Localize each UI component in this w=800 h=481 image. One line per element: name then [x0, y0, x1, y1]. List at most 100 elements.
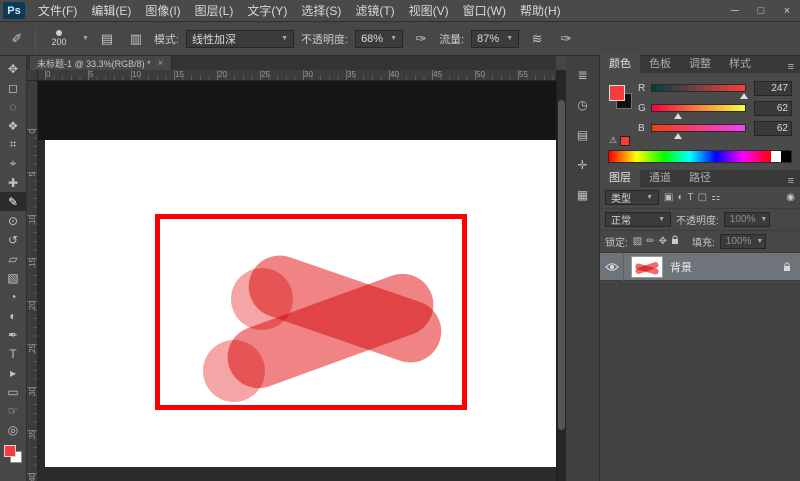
red-channel-slider[interactable]	[651, 84, 746, 92]
lock-position-icon[interactable]: ✥	[659, 236, 667, 247]
brush-size-picker[interactable]: 200	[43, 30, 75, 47]
brush-panel-icon[interactable]: ▤	[96, 28, 118, 50]
black-swatch[interactable]	[781, 151, 791, 162]
menu-type[interactable]: 文字(Y)	[240, 2, 294, 19]
filter-smart-icon[interactable]: ⚏	[711, 192, 720, 203]
blue-channel-value[interactable]: 62	[754, 121, 792, 136]
menu-filter[interactable]: 滤镜(T)	[348, 2, 401, 19]
red-channel-value[interactable]: 247	[754, 81, 792, 96]
blend-mode-select[interactable]: 线性加深 ▼	[186, 30, 294, 48]
type-tool[interactable]: T	[0, 344, 26, 363]
canvas[interactable]	[45, 140, 556, 467]
menu-image[interactable]: 图像(I)	[138, 2, 187, 19]
pressure-opacity-icon[interactable]: ✑	[410, 28, 432, 50]
shape-tool[interactable]: ▭	[0, 382, 26, 401]
panel-dock-icon-3[interactable]: ▤	[571, 126, 595, 144]
color-spectrum-bar[interactable]	[608, 150, 792, 163]
maximize-button[interactable]: □	[748, 5, 774, 17]
menu-edit[interactable]: 编辑(E)	[84, 2, 138, 19]
quick-selection-tool[interactable]: ❖	[0, 116, 26, 135]
foreground-color-swatch[interactable]	[609, 85, 625, 101]
chevron-down-icon[interactable]: ▼	[82, 35, 89, 42]
path-selection-tool[interactable]: ▸	[0, 363, 26, 382]
slider-thumb[interactable]	[674, 133, 682, 139]
brush-settings-icon[interactable]: ▥	[125, 28, 147, 50]
panel-dock-icon-1[interactable]: ≣	[571, 66, 595, 84]
opacity-select[interactable]: 68% ▼	[355, 30, 403, 48]
white-swatch[interactable]	[771, 151, 781, 162]
tab-swatches[interactable]: 色板	[640, 53, 680, 73]
layer-thumbnail[interactable]	[631, 256, 663, 278]
document-tab[interactable]: 未标题-1 @ 33.3%(RGB/8) * ×	[30, 56, 172, 70]
green-channel-value[interactable]: 62	[754, 101, 792, 116]
panel-dock-icon-2[interactable]: ◷	[571, 96, 595, 114]
airbrush-icon[interactable]: ≋	[526, 28, 548, 50]
tab-paths[interactable]: 路径	[680, 167, 720, 187]
gradient-tool[interactable]: ▧	[0, 268, 26, 287]
spectrum-gradient[interactable]	[609, 151, 771, 162]
filter-type-icon[interactable]: T	[688, 192, 694, 203]
slider-thumb[interactable]	[674, 113, 682, 119]
move-tool[interactable]: ✥	[0, 59, 26, 78]
tab-styles[interactable]: 样式	[720, 53, 760, 73]
filter-shape-icon[interactable]: ▢	[698, 192, 707, 203]
tab-channels[interactable]: 通道	[640, 167, 680, 187]
menu-select[interactable]: 选择(S)	[294, 2, 348, 19]
lock-transparency-icon[interactable]: ▨	[633, 236, 642, 247]
layer-row-background[interactable]: 背景	[600, 253, 800, 281]
panel-dock-icon-5[interactable]: ▦	[571, 186, 595, 204]
hand-tool[interactable]: ☞	[0, 401, 26, 420]
layer-opacity-select[interactable]: 100% ▼	[724, 212, 770, 227]
layer-filter-select[interactable]: 类型 ▼	[605, 190, 659, 205]
slider-thumb[interactable]	[740, 93, 748, 99]
filter-toggle-icon[interactable]: ◉	[786, 192, 795, 203]
gamut-color-swatch[interactable]	[620, 136, 630, 146]
ruler-corner[interactable]	[27, 70, 38, 81]
minimize-button[interactable]: ─	[722, 5, 748, 17]
rectangular-marquee-tool[interactable]: ◻	[0, 78, 26, 97]
tab-layers[interactable]: 图层	[600, 167, 640, 187]
close-button[interactable]: ×	[774, 5, 800, 17]
tab-close-icon[interactable]: ×	[158, 58, 164, 69]
filter-pixel-icon[interactable]: ▣	[664, 192, 673, 203]
crop-tool[interactable]: ⌗	[0, 135, 26, 154]
tab-color[interactable]: 颜色	[600, 53, 640, 73]
history-brush-tool[interactable]: ↺	[0, 230, 26, 249]
panel-menu-icon[interactable]: ≡	[782, 175, 800, 187]
menu-layer[interactable]: 图层(L)	[188, 2, 241, 19]
scrollbar-thumb[interactable]	[558, 100, 565, 430]
panel-dock-icon-4[interactable]: ✛	[571, 156, 595, 174]
vertical-ruler[interactable]: 0 5 10 15 20 25 30 35 40	[27, 81, 38, 481]
spot-healing-brush-tool[interactable]: ✚	[0, 173, 26, 192]
zoom-tool[interactable]: ◎	[0, 420, 26, 439]
menu-help[interactable]: 帮助(H)	[513, 2, 568, 19]
menu-window[interactable]: 窗口(W)	[456, 2, 513, 19]
filter-adjustment-icon[interactable]: ◐	[677, 192, 683, 203]
blue-channel-slider[interactable]	[651, 124, 746, 132]
panel-menu-icon[interactable]: ≡	[782, 61, 800, 73]
pen-tool[interactable]: ✒	[0, 325, 26, 344]
pressure-size-icon[interactable]: ✑	[555, 28, 577, 50]
lock-pixels-icon[interactable]: ✏	[646, 236, 654, 247]
horizontal-ruler[interactable]: 0 5 10 15 20 25 30 35 40 45 50 55 60	[27, 70, 556, 81]
layer-name[interactable]: 背景	[670, 259, 783, 275]
lock-all-icon[interactable]	[671, 235, 679, 248]
fill-select[interactable]: 100% ▼	[720, 234, 766, 249]
menu-view[interactable]: 视图(V)	[402, 2, 456, 19]
eraser-tool[interactable]: ▱	[0, 249, 26, 268]
menu-file[interactable]: 文件(F)	[31, 2, 84, 19]
flow-select[interactable]: 87% ▼	[471, 30, 519, 48]
color-swatches[interactable]	[3, 444, 23, 464]
tab-adjustments[interactable]: 调整	[680, 53, 720, 73]
gamut-warning[interactable]: ⚠	[609, 135, 630, 146]
foreground-color-swatch[interactable]	[4, 445, 16, 457]
lasso-tool[interactable]: ◌	[0, 97, 26, 116]
dodge-tool[interactable]: ◐	[0, 306, 26, 325]
layer-blend-mode-select[interactable]: 正常 ▼	[605, 212, 671, 227]
green-channel-slider[interactable]	[651, 104, 746, 112]
clone-stamp-tool[interactable]: ⊙	[0, 211, 26, 230]
eyedropper-tool[interactable]: ⌖	[0, 154, 26, 173]
brush-tool[interactable]: ✎	[0, 192, 26, 211]
vertical-scrollbar[interactable]	[556, 70, 566, 481]
layer-visibility-toggle[interactable]	[600, 253, 624, 281]
